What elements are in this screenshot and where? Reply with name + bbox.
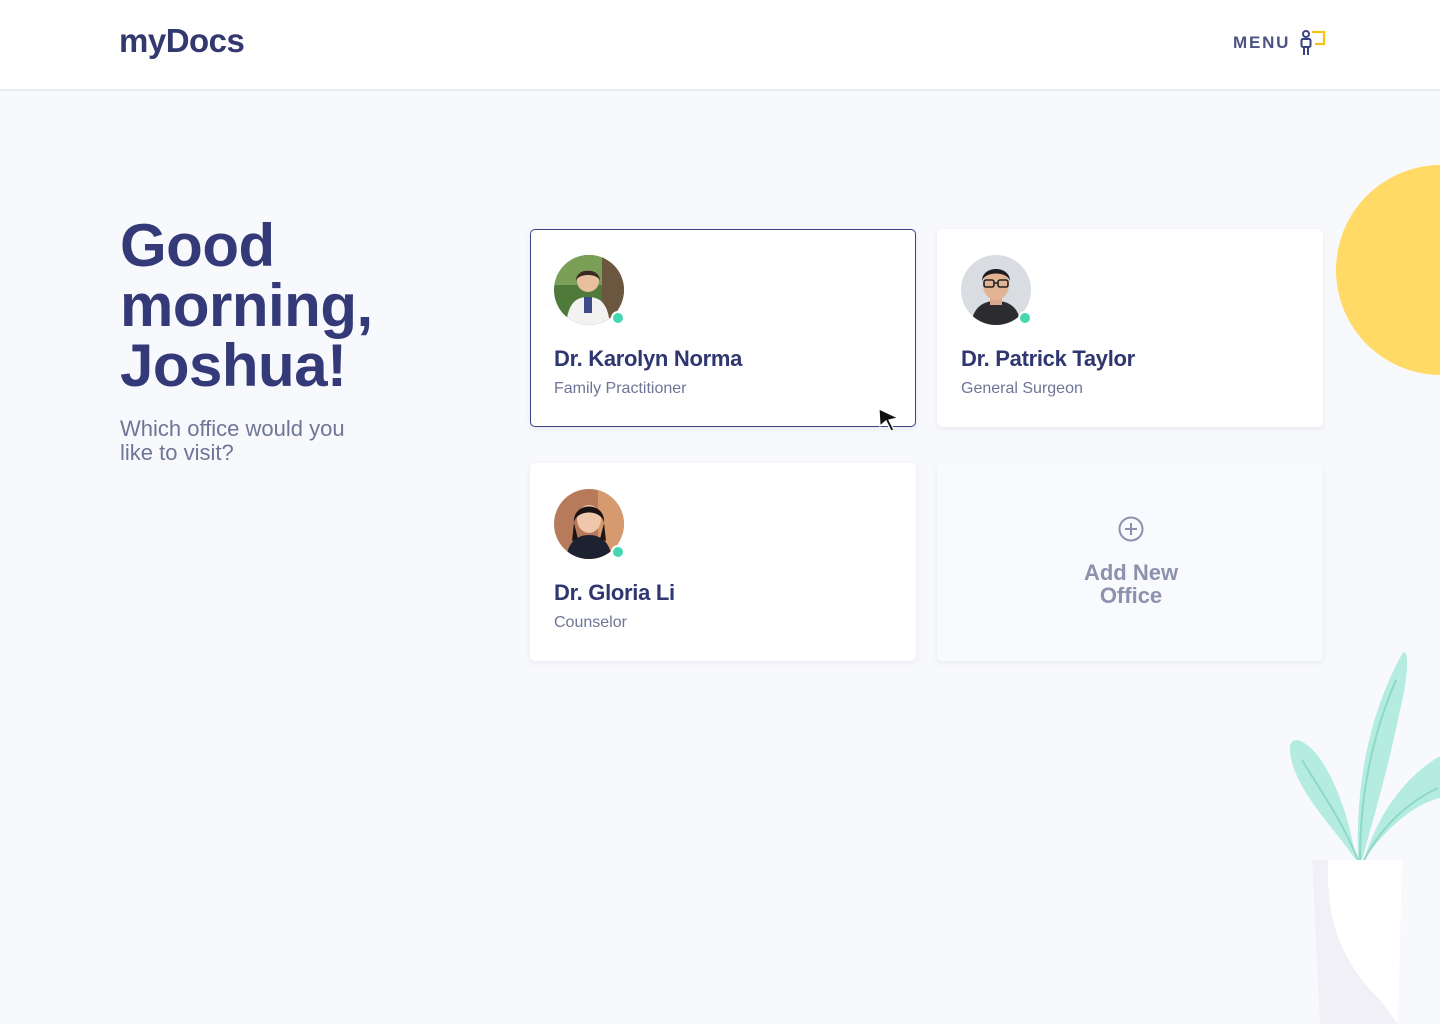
doctor-name: Dr. Patrick Taylor <box>961 346 1135 371</box>
online-status-dot <box>611 311 625 325</box>
doctor-role: Counselor <box>554 614 627 631</box>
add-new-office-button[interactable]: Add New Office <box>937 463 1323 661</box>
app-logo[interactable]: myDocs <box>119 22 245 60</box>
add-label-line-1: Add New <box>1083 560 1179 585</box>
person-chat-icon <box>1300 30 1326 55</box>
menu-label: MENU <box>1233 33 1291 52</box>
avatar <box>554 255 625 325</box>
decorative-sun-shape <box>1336 165 1440 375</box>
office-card-karolyn-norma[interactable]: Dr. Karolyn Norma Family Practitioner <box>530 229 916 427</box>
top-bar: myDocs MENU <box>0 0 1440 91</box>
greeting-subtitle: Which office would you like to visit? <box>120 416 345 465</box>
avatar <box>554 489 625 559</box>
add-label-line-2: Office <box>1099 583 1163 608</box>
doctor-role: General Surgeon <box>961 380 1083 397</box>
avatar <box>961 255 1032 325</box>
online-status-dot <box>611 545 625 559</box>
doctor-name: Dr. Karolyn Norma <box>554 346 743 371</box>
office-card-gloria-li[interactable]: Dr. Gloria Li Counselor <box>530 463 916 661</box>
office-card-patrick-taylor[interactable]: Dr. Patrick Taylor General Surgeon <box>937 229 1323 427</box>
doctor-role: Family Practitioner <box>554 380 687 397</box>
doctor-name: Dr. Gloria Li <box>554 580 675 605</box>
add-new-office-label: Add New Office <box>938 561 1324 607</box>
greeting-title: Good morning, Joshua! <box>120 212 373 399</box>
mouse-cursor-icon <box>878 408 900 432</box>
decorative-plant-illustration <box>1289 652 1440 1024</box>
menu-button[interactable]: MENU <box>1233 28 1326 58</box>
plus-circle-icon <box>1118 516 1144 542</box>
online-status-dot <box>1018 311 1032 325</box>
